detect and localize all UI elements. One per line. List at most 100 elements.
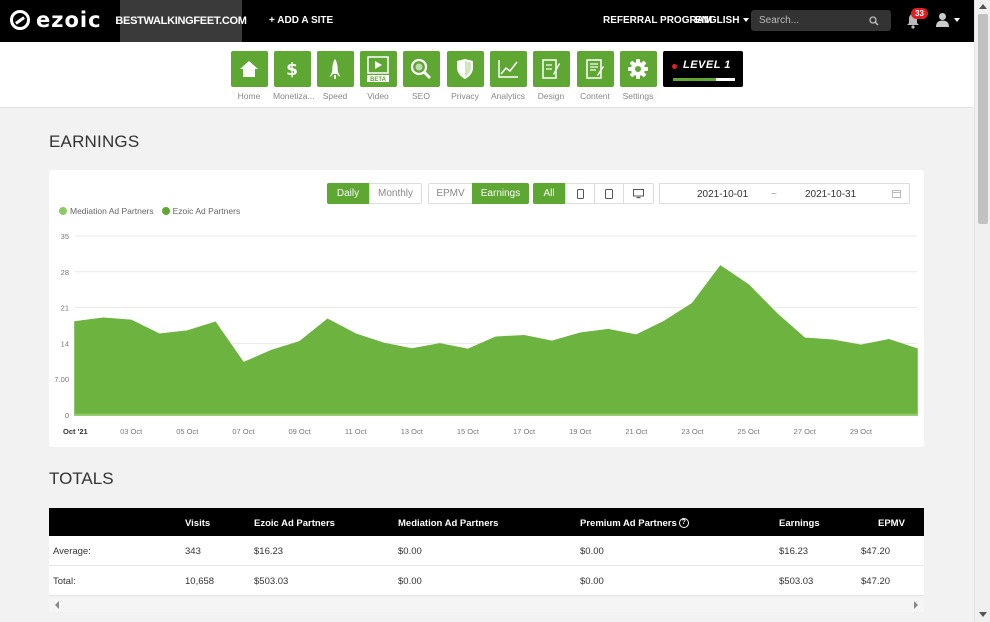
scroll-up-icon[interactable] [979, 4, 987, 9]
device-mobile-toggle[interactable] [565, 183, 595, 204]
legend-swatch [59, 207, 67, 215]
scrollbar-thumb[interactable] [978, 14, 988, 224]
table-cell: 10,658 [185, 576, 215, 587]
legend-swatch [161, 207, 170, 215]
ezoic-logo[interactable]: ezoic [10, 8, 102, 32]
beta-tag: BETA [370, 77, 387, 83]
column-header[interactable]: Mediation Ad Partners [398, 518, 498, 529]
nav-content[interactable]: Content [576, 51, 614, 101]
x-tick-label: 29 Oct [850, 427, 873, 436]
search-icon[interactable] [869, 15, 879, 26]
home-icon [240, 61, 258, 77]
nav-label: Monetiza... [273, 91, 315, 101]
nav-settings[interactable]: Settings [619, 51, 657, 101]
rocket-icon [329, 59, 341, 79]
date-end[interactable]: 2021-10-31 [805, 189, 856, 200]
nav-monetization[interactable]: $ Monetiza... [273, 51, 315, 101]
tablet-icon [605, 188, 613, 199]
column-header[interactable]: Premium Ad Partners? [580, 518, 689, 529]
nav-analytics[interactable]: Analytics [489, 51, 527, 101]
search-box[interactable] [751, 10, 891, 31]
monthly-toggle[interactable]: Monthly [369, 183, 422, 204]
column-header[interactable]: Ezoic Ad Partners [254, 518, 335, 529]
nav-button[interactable] [489, 51, 527, 87]
line-chart-icon [498, 60, 518, 78]
scroll-right-icon[interactable] [914, 601, 918, 609]
legend-item-mediation[interactable]: Mediation Ad Partners [59, 206, 154, 216]
nav-button[interactable]: $ [273, 51, 311, 87]
y-tick-label: 28 [61, 268, 69, 277]
nav-button[interactable] [402, 51, 440, 87]
x-tick-label: 09 Oct [288, 427, 311, 436]
earnings-chart: 0 7.00 14 21 28 35 Oct '21 03 Oct 05 Oct 07 Oct 09… [54, 232, 918, 436]
site-selector[interactable]: BESTWALKINGFEET.COM [115, 0, 247, 42]
x-tick-label: 19 Oct [569, 427, 592, 436]
row-label: Average: [53, 546, 91, 557]
nav-home[interactable]: Home [230, 51, 268, 101]
earnings-title: EARNINGS [49, 132, 140, 151]
x-tick-label: 03 Oct [120, 427, 143, 436]
mediation-baseline [75, 413, 917, 416]
search-input[interactable] [759, 15, 869, 26]
table-cell: $0.00 [580, 546, 604, 557]
level-status-dot [672, 64, 677, 69]
y-tick-label: 21 [61, 304, 69, 313]
nav-seo[interactable]: SEO [402, 51, 440, 101]
nav-design[interactable]: Design [532, 51, 570, 101]
calendar-icon[interactable] [892, 189, 901, 198]
language-label: ENGLISH [695, 15, 740, 26]
legend-item-ezoic[interactable]: Ezoic Ad Partners [161, 206, 240, 216]
table-horizontal-scrollbar[interactable] [49, 598, 924, 612]
chevron-down-icon [954, 17, 960, 22]
column-header[interactable]: EPMV [878, 518, 905, 529]
device-tablet-toggle[interactable] [594, 183, 624, 204]
nav-label: Design [537, 91, 565, 101]
add-site-link[interactable]: + ADD A SITE [269, 15, 333, 26]
nav-video[interactable]: BETA Video [359, 51, 397, 101]
epmv-toggle[interactable]: EPMV [428, 183, 473, 204]
nav-button[interactable] [576, 51, 614, 87]
table-cell: 343 [185, 546, 201, 557]
logo-text: ezoic [36, 8, 102, 32]
nav-privacy[interactable]: Privacy [446, 51, 484, 101]
table-row: Total: 10,658 $503.03 $0.00 $0.00 $503.0… [49, 566, 924, 596]
scroll-down-icon[interactable] [979, 612, 987, 617]
nav-button[interactable] [316, 51, 354, 87]
column-header[interactable]: Earnings [779, 518, 820, 529]
nav-label: Privacy [451, 91, 479, 101]
nav-label: SEO [412, 91, 430, 101]
x-tick-label: 23 Oct [681, 427, 704, 436]
nav-speed[interactable]: Speed [316, 51, 354, 101]
device-all-toggle[interactable]: All [533, 183, 565, 204]
nav-button[interactable]: BETA [359, 51, 397, 87]
nav-button[interactable] [619, 51, 657, 87]
nav-label: Home [237, 91, 261, 101]
page-vertical-scrollbar[interactable] [974, 0, 990, 622]
nav-button[interactable] [446, 51, 484, 87]
date-range-picker[interactable]: 2021-10-01 ~ 2021-10-31 [659, 183, 910, 204]
daily-toggle[interactable]: Daily [327, 183, 369, 204]
nav-button[interactable] [532, 51, 570, 87]
notification-badge: 33 [911, 8, 928, 19]
shield-icon [457, 59, 473, 79]
nav-button[interactable] [230, 51, 268, 87]
help-icon[interactable]: ? [678, 518, 689, 529]
column-header[interactable]: Visits [185, 518, 210, 529]
language-selector[interactable]: ENGLISH [695, 15, 750, 26]
user-menu[interactable] [935, 12, 960, 27]
scroll-left-icon[interactable] [55, 601, 59, 609]
table-cell: $16.23 [779, 546, 809, 557]
document-icon [586, 59, 604, 79]
y-tick-label: 35 [61, 232, 69, 241]
dollar-icon: $ [286, 60, 298, 79]
x-tick-label: 05 Oct [176, 427, 199, 436]
level-badge[interactable]: LEVEL 1 [663, 51, 743, 87]
earnings-toggle[interactable]: Earnings [472, 183, 529, 204]
x-tick-label: 11 Oct [345, 427, 367, 436]
chevron-down-icon [743, 18, 750, 23]
magnifier-icon [410, 58, 432, 80]
date-start[interactable]: 2021-10-01 [697, 189, 748, 200]
nav-label: Content [580, 91, 610, 101]
device-desktop-toggle[interactable] [623, 183, 654, 204]
x-tick-label: 13 Oct [401, 427, 424, 436]
